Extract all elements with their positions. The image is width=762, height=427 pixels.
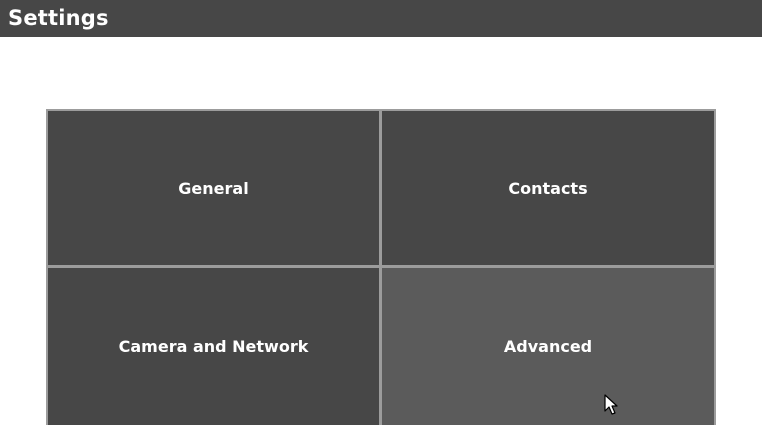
camera-and-network-label: Camera and Network bbox=[118, 337, 309, 356]
general-button[interactable]: General bbox=[48, 111, 379, 265]
contacts-label: Contacts bbox=[508, 178, 588, 198]
page-title: Settings bbox=[8, 6, 109, 30]
advanced-label: Advanced bbox=[503, 337, 593, 356]
header-bar: Settings bbox=[0, 0, 762, 37]
mouse-pointer-icon bbox=[604, 394, 618, 415]
camera-and-network-button[interactable]: Camera and Network bbox=[48, 268, 379, 425]
contacts-button[interactable]: Contacts bbox=[382, 111, 714, 265]
settings-menu-grid: General Contacts Camera and Network Adva… bbox=[46, 109, 716, 425]
advanced-button[interactable]: Advanced bbox=[382, 268, 714, 425]
general-label: General bbox=[178, 178, 249, 198]
